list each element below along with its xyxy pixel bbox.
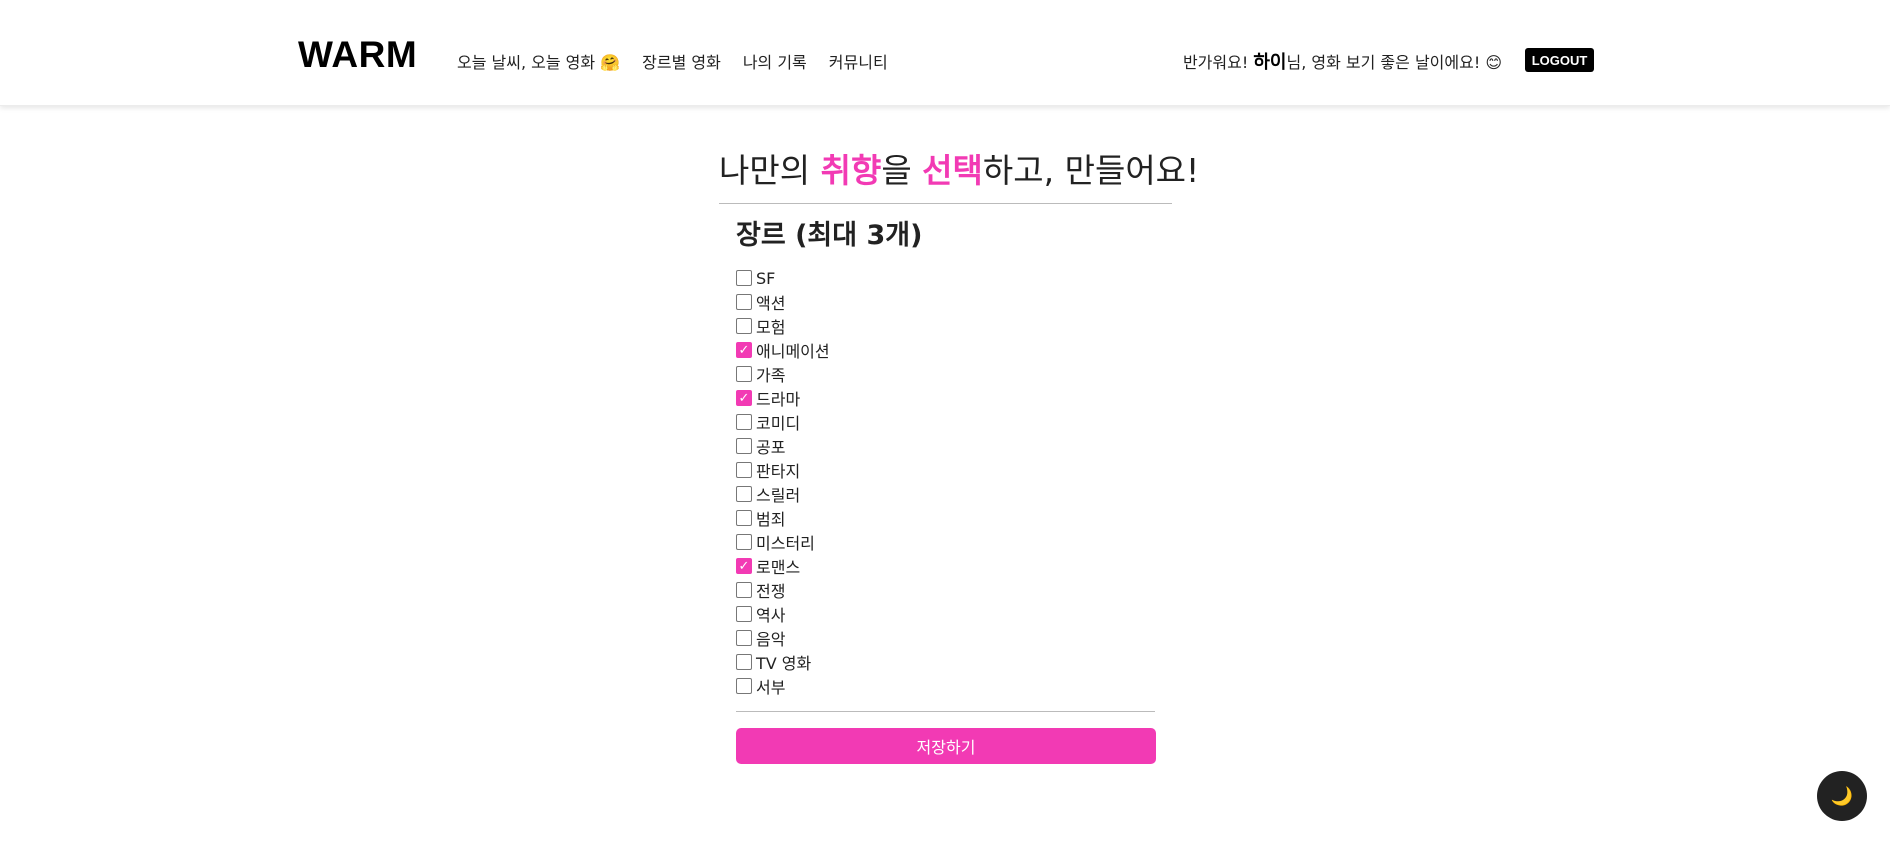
genre-option[interactable]: 서부 (736, 674, 1172, 698)
title-text: 을 (881, 151, 923, 190)
title-accent-taste: 취향 (820, 151, 882, 190)
checkbox-unchecked[interactable] (736, 534, 752, 550)
checkbox-unchecked[interactable] (736, 582, 752, 598)
divider (736, 711, 1155, 712)
checkbox-unchecked[interactable] (736, 486, 752, 502)
genre-option[interactable]: 가족 (736, 362, 1172, 386)
genre-option[interactable]: ✓ 애니메이션 (736, 338, 1172, 362)
moon-icon: 🌙 (1830, 785, 1854, 807)
divider (719, 203, 1172, 204)
genre-label: 로맨스 (756, 558, 801, 577)
checkbox-unchecked[interactable] (736, 510, 752, 526)
title-accent-select: 선택 (922, 151, 983, 190)
checkmark-icon: ✓ (738, 342, 750, 358)
dark-mode-toggle[interactable]: 🌙 (1817, 771, 1867, 821)
checkbox-unchecked[interactable] (736, 630, 752, 646)
genre-label: 서부 (756, 678, 786, 697)
nav-item-community[interactable]: 커뮤니티 (829, 49, 888, 73)
checkbox-unchecked[interactable] (736, 414, 752, 430)
greeting-prefix: 반가워요! (1182, 53, 1254, 72)
checkbox-checked[interactable]: ✓ (736, 390, 752, 406)
checkmark-icon: ✓ (738, 390, 750, 406)
checkbox-unchecked[interactable] (736, 606, 752, 622)
genre-option[interactable]: 모험 (736, 314, 1172, 338)
genre-label: TV 영화 (756, 654, 812, 673)
genre-label: 드라마 (756, 390, 801, 409)
genre-label: 판타지 (756, 462, 801, 481)
nav-item-today-weather-movie[interactable]: 오늘 날씨, 오늘 영화 🤗 (457, 49, 620, 73)
genre-label: 전쟁 (756, 582, 786, 601)
genre-label: SF (756, 268, 776, 288)
genre-label: 액션 (756, 294, 786, 313)
genre-option[interactable]: 액션 (736, 290, 1172, 314)
genre-label: 가족 (756, 366, 786, 385)
genre-label: 공포 (756, 438, 786, 457)
genre-label: 애니메이션 (756, 342, 830, 361)
checkbox-checked[interactable]: ✓ (736, 342, 752, 358)
genre-checkbox-list: SF 액션모험 ✓ 애니메이션가족 ✓ 드라마코미디공포판타지스릴러범죄미스터리 ✓ 로맨스전… (736, 266, 1172, 698)
checkbox-unchecked[interactable] (736, 678, 752, 694)
checkbox-unchecked[interactable] (736, 462, 752, 478)
genre-option[interactable]: 전쟁 (736, 578, 1172, 602)
preference-form: 나만의 취향을 선택하고, 만들어요! 장르 (최대 3개) SF 액션모험 ✓ 애니… (719, 148, 1199, 764)
checkbox-checked[interactable]: ✓ (736, 558, 752, 574)
checkbox-unchecked[interactable] (736, 654, 752, 670)
genre-option[interactable]: TV 영화 (736, 650, 1172, 674)
genre-section-title: 장르 (최대 3개) (736, 220, 923, 251)
genre-option[interactable]: 미스터리 (736, 530, 1172, 554)
greeting-suffix: 님, 영화 보기 좋은 날이에요! 😊 (1286, 53, 1502, 72)
title-text: 나만의 (719, 151, 821, 190)
checkbox-unchecked[interactable] (736, 270, 752, 286)
checkbox-unchecked[interactable] (736, 438, 752, 454)
genre-option[interactable]: 코미디 (736, 410, 1172, 434)
checkmark-icon: ✓ (738, 558, 750, 574)
username: 하이 (1253, 52, 1287, 73)
genre-option[interactable]: 공포 (736, 434, 1172, 458)
genre-option[interactable]: 역사 (736, 602, 1172, 626)
nav-item-genre-movies[interactable]: 장르별 영화 (642, 49, 721, 73)
genre-label: 스릴러 (756, 486, 801, 505)
main-nav: 오늘 날씨, 오늘 영화 🤗 장르별 영화 나의 기록 커뮤니티 (457, 49, 910, 73)
genre-option[interactable]: 음악 (736, 626, 1172, 650)
genre-option[interactable]: SF (736, 266, 1172, 290)
genre-option[interactable]: 범죄 (736, 506, 1172, 530)
genre-option[interactable]: ✓ 드라마 (736, 386, 1172, 410)
logout-button[interactable]: LOGOUT (1525, 48, 1594, 72)
genre-label: 범죄 (756, 510, 786, 529)
save-button[interactable]: 저장하기 (736, 728, 1156, 764)
checkbox-unchecked[interactable] (736, 294, 752, 310)
genre-label: 미스터리 (756, 534, 815, 553)
checkbox-unchecked[interactable] (736, 366, 752, 382)
genre-section: 장르 (최대 3개) SF 액션모험 ✓ 애니메이션가족 ✓ 드라마코미디공포판타지스릴러… (719, 219, 1172, 764)
site-header: WARM 오늘 날씨, 오늘 영화 🤗 장르별 영화 나의 기록 커뮤니티 반가… (0, 0, 1890, 106)
title-text: 하고, 만들어요! (982, 151, 1200, 190)
genre-label: 모험 (756, 318, 786, 337)
genre-option[interactable]: ✓ 로맨스 (736, 554, 1172, 578)
genre-option[interactable]: 스릴러 (736, 482, 1172, 506)
genre-label: 음악 (756, 630, 786, 649)
site-logo[interactable]: WARM (298, 34, 417, 76)
page-title: 나만의 취향을 선택하고, 만들어요! (719, 148, 1199, 194)
genre-label: 코미디 (756, 414, 801, 433)
nav-item-my-records[interactable]: 나의 기록 (743, 49, 807, 73)
genre-label: 역사 (756, 606, 786, 625)
genre-option[interactable]: 판타지 (736, 458, 1172, 482)
greeting-text: 반가워요! 하이님, 영화 보기 좋은 날이에요! 😊 (1183, 48, 1502, 74)
checkbox-unchecked[interactable] (736, 318, 752, 334)
